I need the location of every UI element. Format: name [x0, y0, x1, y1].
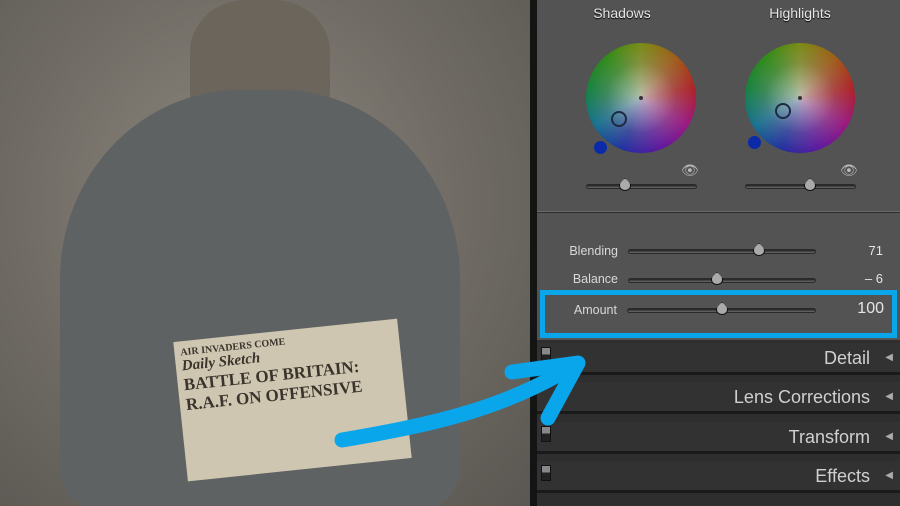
annotation-arrow-icon [334, 355, 586, 448]
